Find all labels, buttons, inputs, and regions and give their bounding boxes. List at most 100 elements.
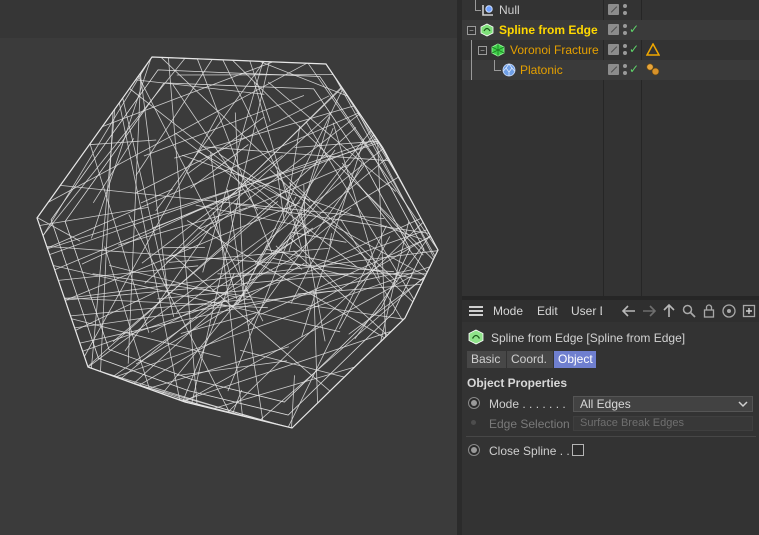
layer-visibility-box[interactable] bbox=[608, 64, 619, 75]
tab-basic[interactable]: Basic bbox=[467, 351, 506, 368]
tree-line bbox=[471, 40, 472, 60]
wireframe-edge bbox=[168, 57, 292, 63]
back-arrow-icon[interactable] bbox=[621, 303, 637, 319]
wireframe-edge bbox=[91, 58, 152, 239]
visibility-dots[interactable] bbox=[623, 43, 628, 57]
wireframe-edge bbox=[49, 138, 378, 255]
visibility-dots[interactable] bbox=[623, 23, 628, 37]
platonic-icon bbox=[502, 63, 516, 77]
search-icon[interactable] bbox=[681, 303, 697, 319]
wireframe-edge bbox=[135, 95, 330, 194]
wireframe-edge bbox=[182, 154, 423, 240]
wireframe-edge bbox=[64, 297, 268, 309]
wireframe-edge bbox=[132, 382, 286, 427]
enabled-check-icon[interactable]: ✓ bbox=[629, 62, 639, 76]
tree-line bbox=[494, 70, 501, 71]
wireframe-edge bbox=[182, 272, 235, 402]
menu-user-data[interactable]: User D bbox=[571, 304, 602, 318]
visibility-dots[interactable] bbox=[623, 63, 628, 77]
object-row-platonic[interactable]: Platonic ✓ bbox=[462, 60, 759, 80]
wireframe-edge bbox=[242, 87, 343, 185]
object-row-null[interactable]: Null bbox=[462, 0, 759, 20]
enabled-check-icon[interactable]: ✓ bbox=[629, 42, 639, 56]
edge-selection-animate-dot bbox=[471, 420, 476, 425]
wireframe-edge bbox=[115, 266, 431, 378]
wireframe-edge bbox=[313, 291, 318, 404]
add-panel-icon[interactable] bbox=[741, 303, 757, 319]
wireframe-edge bbox=[47, 142, 380, 250]
object-manager: Null − Spline from Edge ✓ − Voronoi Frac… bbox=[462, 0, 759, 296]
wireframe-edge bbox=[305, 408, 313, 415]
wireframe-edge bbox=[202, 61, 264, 273]
wireframe-edge bbox=[191, 61, 270, 404]
wireframe-edge bbox=[42, 58, 186, 236]
divider bbox=[466, 436, 756, 437]
object-name: Platonic bbox=[520, 63, 563, 77]
collapse-toggle[interactable]: − bbox=[467, 26, 476, 35]
wireframe-edge bbox=[176, 360, 288, 376]
edge-selection-placeholder: Surface Break Edges bbox=[580, 417, 684, 429]
wireframe-edge bbox=[253, 81, 303, 249]
material-tag-icon[interactable] bbox=[645, 62, 661, 78]
wireframe-edge bbox=[174, 105, 355, 159]
wireframe-edge bbox=[337, 326, 396, 384]
wireframe-ring bbox=[64, 82, 411, 403]
attribute-toolbar: Mode Edit User D bbox=[462, 300, 759, 322]
close-spline-checkbox[interactable] bbox=[572, 444, 584, 456]
layer-visibility-box[interactable] bbox=[608, 4, 619, 15]
layer-visibility-box[interactable] bbox=[608, 44, 619, 55]
layer-visibility-box[interactable] bbox=[608, 24, 619, 35]
tab-object[interactable]: Object bbox=[554, 351, 596, 368]
wireframe-edge bbox=[58, 265, 199, 281]
mode-label: Mode . . . . . . . bbox=[489, 397, 566, 411]
mode-animate-radio[interactable] bbox=[468, 397, 480, 409]
object-row-spline-from-edge[interactable]: − Spline from Edge ✓ bbox=[462, 20, 759, 40]
wireframe-edge bbox=[135, 79, 265, 95]
wireframe-edge bbox=[337, 80, 401, 180]
spline-from-edge-icon bbox=[468, 329, 484, 345]
mode-dropdown[interactable]: All Edges bbox=[573, 396, 753, 412]
enabled-check-icon[interactable]: ✓ bbox=[629, 22, 639, 36]
close-spline-label: Close Spline . . bbox=[489, 444, 570, 458]
attribute-manager: Mode Edit User D Spline from Edge [Splin… bbox=[462, 300, 759, 535]
object-row-voronoi-fracture[interactable]: − Voronoi Fracture ✓ bbox=[462, 40, 759, 60]
object-name: Voronoi Fracture bbox=[510, 43, 599, 57]
wireframe-edge bbox=[118, 207, 248, 246]
wireframe-edge bbox=[82, 229, 428, 352]
edge-selection-field: Surface Break Edges bbox=[573, 416, 753, 431]
hamburger-menu-icon[interactable] bbox=[469, 306, 483, 317]
visibility-dots[interactable] bbox=[623, 3, 628, 17]
wireframe-edge bbox=[259, 60, 349, 97]
collapse-toggle[interactable]: − bbox=[478, 46, 487, 55]
warning-triangle-icon[interactable] bbox=[645, 42, 661, 56]
wireframe-edge bbox=[135, 59, 213, 176]
wireframe-edge bbox=[168, 57, 198, 405]
edge-selection-label: Edge Selection bbox=[489, 417, 570, 431]
forward-arrow-icon[interactable] bbox=[641, 303, 657, 319]
wireframe-edge bbox=[341, 162, 428, 273]
menu-mode[interactable]: Mode bbox=[493, 304, 523, 318]
object-name: Spline from Edge bbox=[499, 23, 598, 37]
object-title: Spline from Edge [Spline from Edge] bbox=[491, 331, 686, 345]
up-arrow-icon[interactable] bbox=[661, 303, 677, 319]
section-title: Object Properties bbox=[467, 376, 568, 390]
close-spline-animate-radio[interactable] bbox=[468, 444, 480, 456]
mode-value: All Edges bbox=[580, 397, 631, 411]
spline-from-edge-icon bbox=[480, 23, 494, 37]
wireframe-edge bbox=[39, 207, 149, 226]
viewport[interactable] bbox=[0, 0, 457, 535]
wireframe-object bbox=[36, 56, 439, 429]
voronoi-fracture-icon bbox=[491, 43, 505, 57]
lock-icon[interactable] bbox=[701, 303, 717, 319]
wireframe-edge bbox=[355, 108, 435, 259]
wireframe-edge bbox=[186, 116, 264, 175]
menu-edit[interactable]: Edit bbox=[537, 304, 558, 318]
chevron-down-icon bbox=[738, 397, 748, 416]
tab-coord[interactable]: Coord. bbox=[507, 351, 553, 368]
tree-line bbox=[471, 60, 472, 80]
null-object-icon bbox=[481, 3, 495, 17]
wireframe-edge bbox=[291, 375, 295, 428]
object-name: Null bbox=[499, 3, 520, 17]
target-icon[interactable] bbox=[721, 303, 737, 319]
wireframe-edge bbox=[138, 75, 264, 322]
